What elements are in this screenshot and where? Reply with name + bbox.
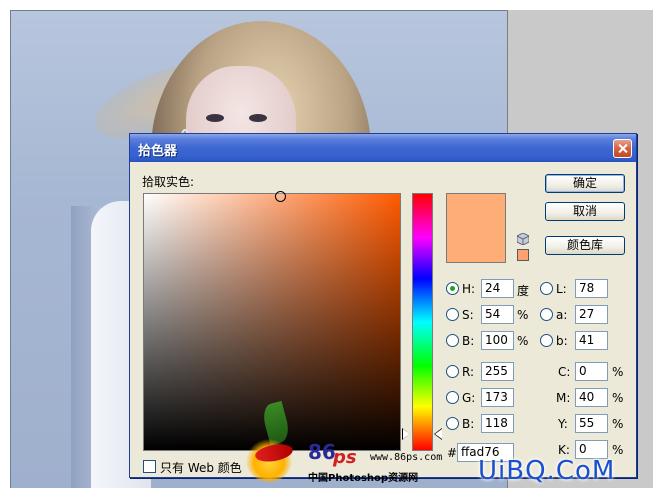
radio-brightness[interactable] (446, 334, 459, 347)
watermark-86: 86 (308, 440, 336, 464)
ok-button[interactable]: 确定 (545, 174, 625, 193)
unit-brightness: % (517, 334, 529, 348)
color-preview-swatch (446, 193, 506, 263)
color-picker-dialog: 拾色器 拾取实色: 确定 取消 颜色库 H: 24 度 S: 54 % B: 1… (129, 133, 637, 478)
label-k: K: (558, 443, 570, 457)
slider-arrow-left-fill (403, 428, 410, 439)
unit-h: 度 (517, 284, 530, 298)
radio-blue[interactable] (446, 417, 459, 430)
cube-icon[interactable] (517, 233, 529, 245)
dialog-title: 拾色器 (138, 144, 178, 159)
label-m: M: (556, 391, 571, 405)
label-s: S: (462, 308, 474, 322)
unit-c: % (612, 365, 624, 379)
watermark-url: www.86ps.com (370, 452, 443, 463)
slider-arrow-right-fill (435, 428, 442, 439)
cancel-button[interactable]: 取消 (545, 202, 625, 221)
field-c[interactable]: 0 (575, 362, 608, 381)
label-brightness: B: (462, 334, 475, 348)
photo-eye-right (249, 114, 267, 122)
field-brightness[interactable]: 100 (481, 331, 514, 350)
radio-l[interactable] (540, 282, 553, 295)
label-a: a: (556, 308, 568, 322)
watermark-uibq: UiBQ.CoM (478, 456, 616, 486)
field-l[interactable]: 78 (575, 279, 608, 298)
color-cursor-icon[interactable] (275, 191, 286, 202)
label-c: C: (558, 365, 571, 379)
unit-s: % (517, 308, 529, 322)
label-blue: B: (462, 417, 475, 431)
field-a[interactable]: 27 (575, 305, 608, 324)
web-colors-label: 只有 Web 颜色 (160, 461, 242, 475)
hex-label: # (447, 446, 458, 460)
label-lab-b: b: (556, 334, 568, 348)
unit-k: % (612, 443, 624, 457)
unit-m: % (612, 391, 624, 405)
label-r: R: (462, 365, 475, 379)
radio-r[interactable] (446, 365, 459, 378)
web-colors-checkbox[interactable] (143, 460, 156, 473)
field-s[interactable]: 54 (481, 305, 514, 324)
field-lab-b[interactable]: 41 (575, 331, 608, 350)
web-safe-color-swatch[interactable] (517, 249, 529, 261)
radio-g[interactable] (446, 391, 459, 404)
photo-eye-left (206, 114, 224, 122)
radio-s[interactable] (446, 308, 459, 321)
radio-a[interactable] (540, 308, 553, 321)
title-bar[interactable]: 拾色器 (130, 134, 636, 162)
field-g[interactable]: 173 (481, 388, 514, 407)
field-r[interactable]: 255 (481, 362, 514, 381)
field-y[interactable]: 55 (575, 414, 608, 433)
watermark-ps: ps (333, 447, 357, 468)
field-h[interactable]: 24 (481, 279, 514, 298)
radio-h[interactable] (446, 282, 459, 295)
label-h: H: (462, 282, 476, 296)
unit-y: % (612, 417, 624, 431)
watermark-site-name: 中国Photoshop资源网 (308, 473, 419, 484)
field-blue[interactable]: 118 (481, 414, 514, 433)
close-icon[interactable] (613, 139, 632, 158)
label-y: Y: (558, 417, 568, 431)
field-m[interactable]: 40 (575, 388, 608, 407)
radio-lab-b[interactable] (540, 334, 553, 347)
label-g: G: (462, 391, 476, 405)
label-l: L: (556, 282, 567, 296)
color-library-button[interactable]: 颜色库 (545, 236, 625, 255)
pick-color-label: 拾取实色: (142, 175, 195, 189)
hue-slider[interactable] (412, 193, 433, 451)
